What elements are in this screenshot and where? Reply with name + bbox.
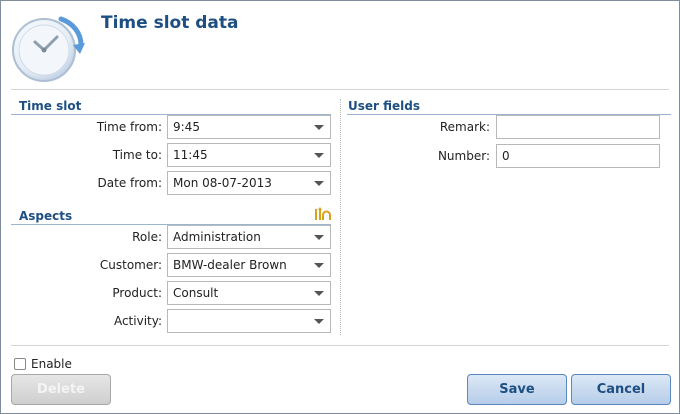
time-to-label: Time to: [112, 148, 162, 162]
time-to-value: 11:45 [173, 148, 208, 162]
remark-field[interactable] [496, 115, 660, 139]
product-dropdown[interactable]: Consult [167, 281, 331, 305]
date-from-dropdown[interactable]: Mon 08-07-2013 [167, 171, 331, 195]
chevron-down-icon [314, 319, 324, 324]
time-from-value: 9:45 [173, 120, 200, 134]
enable-option[interactable]: Enable [14, 357, 72, 371]
product-label: Product: [112, 286, 162, 300]
chevron-down-icon [314, 263, 324, 268]
activity-label: Activity: [113, 314, 162, 328]
footer-divider [11, 345, 669, 346]
number-value: 0 [502, 149, 510, 163]
time-to-dropdown[interactable]: 11:45 [167, 143, 331, 167]
enable-label: Enable [31, 357, 72, 371]
chevron-down-icon [314, 235, 324, 240]
dialog-title: Time slot data [101, 13, 239, 33]
column-divider [340, 99, 341, 335]
chevron-down-icon [314, 153, 324, 158]
clock-icon [12, 16, 85, 82]
customer-label: Customer: [99, 258, 162, 272]
role-label: Role: [132, 230, 162, 244]
time-slot-section-title: Time slot [19, 99, 82, 113]
activity-dropdown[interactable] [167, 309, 331, 333]
number-field[interactable]: 0 [496, 144, 660, 168]
number-label: Number: [437, 149, 490, 163]
time-from-label: Time from: [96, 120, 162, 134]
aspects-section-title: Aspects [19, 209, 73, 223]
product-value: Consult [173, 286, 219, 300]
date-from-label: Date from: [97, 176, 162, 190]
chevron-down-icon [314, 125, 324, 130]
header-divider [11, 89, 669, 90]
customer-dropdown[interactable]: BMW-dealer Brown [167, 253, 331, 277]
cancel-button[interactable]: Cancel [571, 374, 671, 405]
customer-value: BMW-dealer Brown [173, 258, 287, 272]
delete-button[interactable]: Delete [11, 374, 111, 405]
role-value: Administration [173, 230, 261, 244]
remark-label: Remark: [439, 120, 490, 134]
user-fields-section-title: User fields [348, 99, 420, 113]
chevron-down-icon [314, 291, 324, 296]
time-slot-dialog: Time slot data Time slot Time from: 9:45… [0, 0, 680, 414]
role-dropdown[interactable]: Administration [167, 225, 331, 249]
date-from-value: Mon 08-07-2013 [173, 176, 272, 190]
chevron-down-icon [314, 181, 324, 186]
save-button[interactable]: Save [467, 374, 567, 405]
restore-icon[interactable] [314, 207, 331, 222]
time-from-dropdown[interactable]: 9:45 [167, 115, 331, 139]
enable-checkbox[interactable] [14, 358, 26, 370]
